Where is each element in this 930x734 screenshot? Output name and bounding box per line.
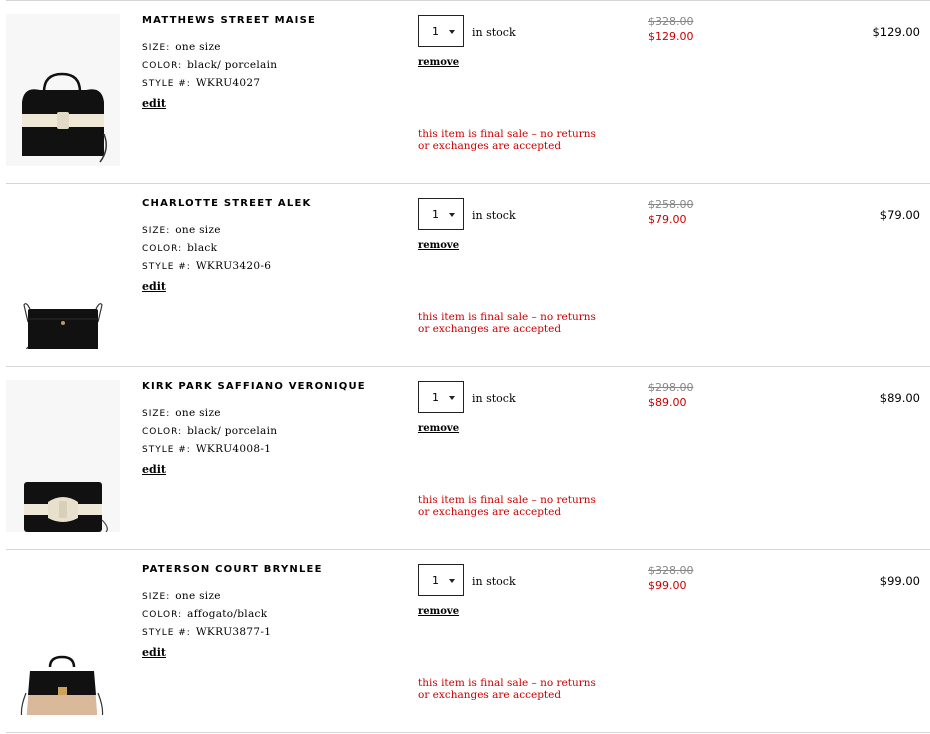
stock-status: in stock xyxy=(472,26,516,39)
remove-link[interactable]: remove xyxy=(418,423,459,434)
product-name[interactable]: KIRK PARK SAFFIANO VERONIQUE xyxy=(142,381,366,392)
style-key: STYLE #: xyxy=(142,79,191,89)
style-value: WKRU4027 xyxy=(195,77,261,89)
final-sale-notice: this item is final sale – no returns or … xyxy=(418,677,596,701)
original-price: $328.00 xyxy=(648,15,694,28)
size-value: one size xyxy=(175,224,221,236)
color-value: black/ porcelain xyxy=(187,59,278,71)
product-image-crossbody-wallet-bag[interactable] xyxy=(6,197,120,349)
style-key: STYLE #: xyxy=(142,628,191,638)
product-color: COLOR: affogato/black xyxy=(142,608,267,620)
sale-price: $89.00 xyxy=(648,396,687,409)
product-color: COLOR: black/ porcelain xyxy=(142,425,277,437)
remove-link[interactable]: remove xyxy=(418,240,459,251)
product-style: STYLE #: WKRU4027 xyxy=(142,77,260,89)
product-style: STYLE #: WKRU3420-6 xyxy=(142,260,271,272)
size-key: SIZE: xyxy=(142,43,171,53)
cart-item: CHARLOTTE STREET ALEK SIZE: one size COLO… xyxy=(6,184,930,367)
cart-item: KIRK PARK SAFFIANO VERONIQUE SIZE: one si… xyxy=(6,367,930,550)
size-key: SIZE: xyxy=(142,409,171,419)
size-value: one size xyxy=(175,590,221,602)
color-key: COLOR: xyxy=(142,427,183,437)
cart-item: MATTHEWS STREET MAISE SIZE: one size COLO… xyxy=(6,1,930,184)
color-value: black xyxy=(187,242,218,254)
color-key: COLOR: xyxy=(142,61,183,71)
line-total: $99.00 xyxy=(879,574,920,588)
product-image-satchel-bow-bag[interactable] xyxy=(6,14,120,166)
final-sale-notice: this item is final sale – no returns or … xyxy=(418,494,596,518)
product-style: STYLE #: WKRU3877-1 xyxy=(142,626,271,638)
color-value: affogato/black xyxy=(187,608,268,620)
edit-link[interactable]: edit xyxy=(142,463,166,476)
final-sale-notice: this item is final sale – no returns or … xyxy=(418,311,596,335)
product-name[interactable]: MATTHEWS STREET MAISE xyxy=(142,15,316,26)
color-value: black/ porcelain xyxy=(187,425,278,437)
color-key: COLOR: xyxy=(142,244,183,254)
product-size: SIZE: one size xyxy=(142,224,221,236)
style-value: WKRU4008-1 xyxy=(195,443,272,455)
edit-link[interactable]: edit xyxy=(142,97,166,110)
size-key: SIZE: xyxy=(142,226,171,236)
quantity-select[interactable]: 1 xyxy=(418,381,464,413)
divider xyxy=(6,732,930,733)
size-value: one size xyxy=(175,41,221,53)
style-key: STYLE #: xyxy=(142,262,191,272)
product-size: SIZE: one size xyxy=(142,590,221,602)
quantity-select[interactable]: 1 xyxy=(418,15,464,47)
quantity-select[interactable]: 1 xyxy=(418,564,464,596)
sale-price: $79.00 xyxy=(648,213,687,226)
stock-status: in stock xyxy=(472,392,516,405)
style-key: STYLE #: xyxy=(142,445,191,455)
quantity-value: 1 xyxy=(432,574,439,587)
quantity-select[interactable]: 1 xyxy=(418,198,464,230)
sale-price: $129.00 xyxy=(648,30,694,43)
quantity-value: 1 xyxy=(432,208,439,221)
remove-link[interactable]: remove xyxy=(418,57,459,68)
edit-link[interactable]: edit xyxy=(142,280,166,293)
product-size: SIZE: one size xyxy=(142,407,221,419)
edit-link[interactable]: edit xyxy=(142,646,166,659)
cart-item: PATERSON COURT BRYNLEE SIZE: one size COL… xyxy=(6,550,930,733)
final-sale-notice: this item is final sale – no returns or … xyxy=(418,128,596,152)
line-total: $89.00 xyxy=(879,391,920,405)
product-style: STYLE #: WKRU4008-1 xyxy=(142,443,271,455)
color-key: COLOR: xyxy=(142,610,183,620)
product-color: COLOR: black/ porcelain xyxy=(142,59,277,71)
original-price: $328.00 xyxy=(648,564,694,577)
style-value: WKRU3877-1 xyxy=(195,626,272,638)
chevron-down-icon xyxy=(449,30,455,34)
chevron-down-icon xyxy=(449,213,455,217)
original-price: $298.00 xyxy=(648,381,694,394)
style-value: WKRU3420-6 xyxy=(195,260,272,272)
quantity-value: 1 xyxy=(432,391,439,404)
chevron-down-icon xyxy=(449,396,455,400)
product-size: SIZE: one size xyxy=(142,41,221,53)
quantity-value: 1 xyxy=(432,25,439,38)
product-name[interactable]: CHARLOTTE STREET ALEK xyxy=(142,198,311,209)
product-name[interactable]: PATERSON COURT BRYNLEE xyxy=(142,564,323,575)
product-color: COLOR: black xyxy=(142,242,217,254)
size-key: SIZE: xyxy=(142,592,171,602)
chevron-down-icon xyxy=(449,579,455,583)
sale-price: $99.00 xyxy=(648,579,687,592)
product-image-two-tone-satchel[interactable] xyxy=(6,563,120,715)
original-price: $258.00 xyxy=(648,198,694,211)
line-total: $129.00 xyxy=(872,25,920,39)
stock-status: in stock xyxy=(472,209,516,222)
remove-link[interactable]: remove xyxy=(418,606,459,617)
stock-status: in stock xyxy=(472,575,516,588)
product-image-bow-crossbody-bag[interactable] xyxy=(6,380,120,532)
size-value: one size xyxy=(175,407,221,419)
line-total: $79.00 xyxy=(879,208,920,222)
